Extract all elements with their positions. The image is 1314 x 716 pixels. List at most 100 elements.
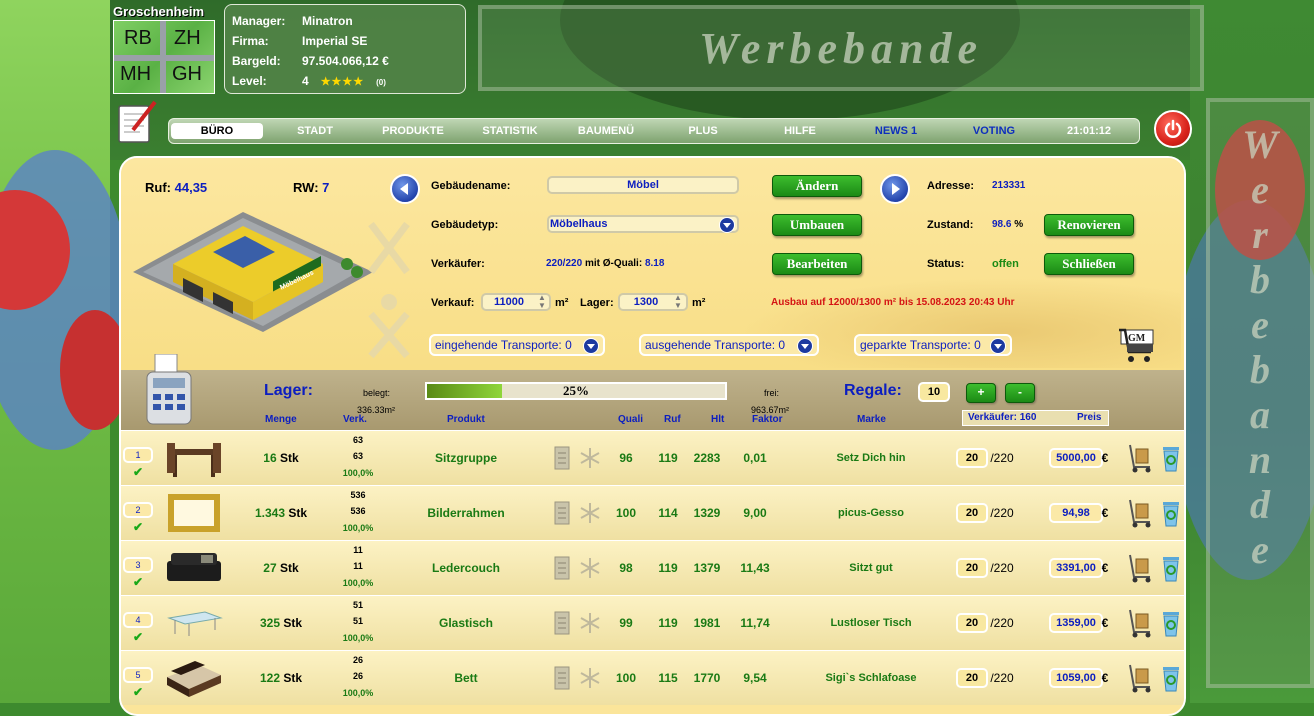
preis-input[interactable]: 1359,00 <box>1049 613 1103 633</box>
stepper-icon[interactable]: ▲ ▼ <box>537 294 547 310</box>
rw-value: 7 <box>322 180 330 195</box>
outgoing-transports-dropdown[interactable]: ausgehende Transporte: 0 <box>639 334 819 356</box>
stats-icon[interactable] <box>551 665 573 691</box>
incoming-transports-dropdown[interactable]: eingehende Transporte: 0 <box>429 334 605 356</box>
rw-info: RW: 7 <box>293 180 330 195</box>
snowflake-icon[interactable] <box>579 500 601 526</box>
col-faktor: Faktor <box>752 414 783 425</box>
produkt-name[interactable]: Glastisch <box>411 616 521 630</box>
snowflake-icon[interactable] <box>579 610 601 636</box>
transport-cart-icon[interactable] <box>1126 498 1152 528</box>
snowflake-icon[interactable] <box>579 555 601 581</box>
regale-value[interactable]: 10 <box>918 382 950 402</box>
product-image <box>165 492 223 534</box>
adresse-value: 213331 <box>992 180 1026 191</box>
stats-icon[interactable] <box>551 555 573 581</box>
ruf-value: 119 <box>658 561 678 575</box>
status-label: Status: <box>927 258 965 270</box>
preis-input[interactable]: 1059,00 <box>1049 668 1103 688</box>
menge-cell: 1.343 Stk <box>251 506 311 520</box>
schliessen-button[interactable]: Schließen <box>1044 253 1134 275</box>
transport-cart-icon[interactable] <box>1126 608 1152 638</box>
row-number[interactable]: 4 <box>123 612 153 628</box>
shopping-cart-icon[interactable]: GM <box>1117 326 1159 366</box>
stats-icon[interactable] <box>551 500 573 526</box>
marke-value: Sitzt gut <box>849 562 893 574</box>
manager-info-panel: Manager: Minatron Firma: Imperial SE Barge… <box>224 4 466 94</box>
ausbau-notice: Ausbau auf 12000/1300 m² bis 15.08.2023 … <box>771 297 1015 308</box>
stepper-icon[interactable]: ▲ ▼ <box>673 294 683 310</box>
add-shelf-button[interactable]: + <box>966 383 996 403</box>
transport-cart-icon[interactable] <box>1126 443 1152 473</box>
remove-shelf-button[interactable]: - <box>1005 383 1035 403</box>
building-type-select[interactable]: Möbelhaus <box>547 215 739 233</box>
city-minimap[interactable]: RB ZH MH GH <box>113 20 215 94</box>
tab-news[interactable]: NEWS 1 <box>849 123 943 139</box>
regale-label: Regale: <box>844 382 902 399</box>
verkaeufer-max: /220 <box>990 561 1014 575</box>
row-number[interactable]: 2 <box>123 502 153 518</box>
building-name-input[interactable]: Möbel <box>547 176 739 194</box>
renovieren-button[interactable]: Renovieren <box>1044 214 1134 236</box>
currency-label: € <box>1101 451 1109 465</box>
trash-icon[interactable] <box>1159 443 1183 473</box>
transport-cart-icon[interactable] <box>1126 553 1152 583</box>
next-building-button[interactable] <box>880 174 910 204</box>
produkt-name[interactable]: Ledercouch <box>411 561 521 575</box>
stats-icon[interactable] <box>551 610 573 636</box>
tab-hilfe[interactable]: HILFE <box>753 123 847 139</box>
produkt-name[interactable]: Bett <box>411 671 521 685</box>
umbauen-button[interactable]: Umbauen <box>772 214 862 236</box>
verk-percent: 100,0% <box>342 688 374 698</box>
trash-icon[interactable] <box>1159 608 1183 638</box>
verk-value-2: 63 <box>352 451 363 461</box>
tab-baumenue[interactable]: BAUMENÜ <box>559 123 653 139</box>
table-row: 2 ✔ 1.343 Stk 536 536 100,0% Bilderrahme… <box>121 485 1184 540</box>
trash-icon[interactable] <box>1159 498 1183 528</box>
row-number[interactable]: 3 <box>123 557 153 573</box>
parked-transports-dropdown[interactable]: geparkte Transporte: 0 <box>854 334 1012 356</box>
check-icon: ✔ <box>133 630 144 644</box>
stats-icon[interactable] <box>551 445 573 471</box>
snowflake-icon[interactable] <box>579 445 601 471</box>
bearbeiten-button[interactable]: Bearbeiten <box>772 253 862 275</box>
tab-statistik[interactable]: STATISTIK <box>463 123 557 139</box>
preis-input[interactable]: 3391,00 <box>1049 558 1103 578</box>
chevron-down-icon <box>797 338 813 354</box>
transport-cart-icon[interactable] <box>1126 663 1152 693</box>
menge-value: 27 <box>263 561 277 575</box>
firma-label: Firma: <box>232 34 269 48</box>
verkaeufer-input[interactable]: 20 <box>956 668 988 688</box>
snowflake-icon[interactable] <box>579 665 601 691</box>
check-icon: ✔ <box>133 685 144 699</box>
previous-building-button[interactable] <box>390 174 420 204</box>
aendern-button[interactable]: Ändern <box>772 175 862 197</box>
level-stars: ★★★★ <box>320 76 365 88</box>
menge-unit: Stk <box>283 616 303 630</box>
row-number[interactable]: 5 <box>123 667 153 683</box>
marke-value: picus-Gesso <box>837 507 905 519</box>
tab-plus[interactable]: PLUS <box>655 123 751 139</box>
quali-value: 8.18 <box>644 258 665 269</box>
verkaeufer-input[interactable]: 20 <box>956 613 988 633</box>
tab-buero[interactable]: BÜRO <box>171 123 263 139</box>
verkaeufer-input[interactable]: 20 <box>956 558 988 578</box>
trash-icon[interactable] <box>1159 553 1183 583</box>
produkt-name[interactable]: Bilderrahmen <box>411 506 521 520</box>
tab-stadt[interactable]: STADT <box>269 123 361 139</box>
row-number[interactable]: 1 <box>123 447 153 463</box>
tab-produkte[interactable]: PRODUKTE <box>365 123 461 139</box>
check-icon: ✔ <box>133 465 144 479</box>
verkaeufer-input[interactable]: 20 <box>956 503 988 523</box>
produkt-name[interactable]: Sitzgruppe <box>411 451 521 465</box>
check-icon: ✔ <box>133 520 144 534</box>
ad-banner-top: Werbebande <box>478 5 1204 91</box>
tab-voting[interactable]: VOTING <box>947 123 1041 139</box>
verkaeufer-input[interactable]: 20 <box>956 448 988 468</box>
hlt-value: 1379 <box>693 561 721 575</box>
logout-button[interactable] <box>1154 110 1192 148</box>
preis-input[interactable]: 94,98 <box>1049 503 1103 523</box>
notepad-icon[interactable] <box>115 100 159 146</box>
preis-input[interactable]: 5000,00 <box>1049 448 1103 468</box>
trash-icon[interactable] <box>1159 663 1183 693</box>
